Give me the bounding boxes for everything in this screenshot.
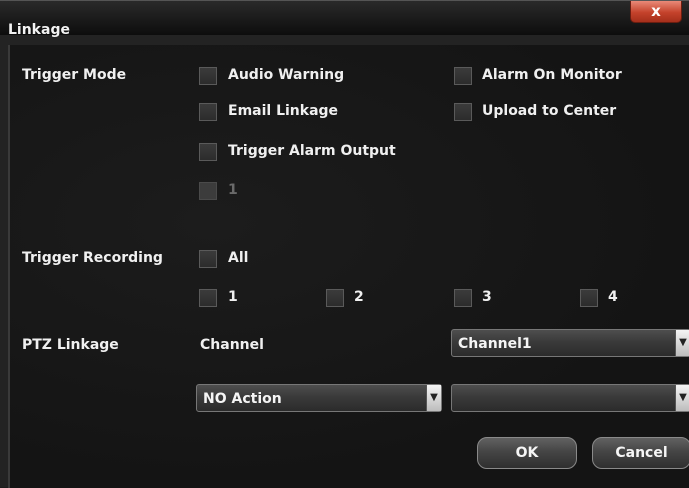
close-button[interactable]: x bbox=[630, 1, 682, 23]
email-linkage-label: Email Linkage bbox=[228, 103, 339, 119]
record-channel-2-label: 2 bbox=[354, 289, 364, 305]
record-channel-1-label: 1 bbox=[228, 289, 238, 305]
record-channel-4-label: 4 bbox=[608, 289, 618, 305]
upload-to-center-label: Upload to Center bbox=[482, 103, 617, 119]
ptz-action-select-value: NO Action bbox=[203, 391, 282, 407]
close-icon: x bbox=[651, 2, 661, 20]
alarm-output-1-checkbox bbox=[199, 182, 217, 200]
record-all-checkbox[interactable] bbox=[199, 250, 217, 268]
linkage-panel: Trigger Mode Audio Warning Alarm On Moni… bbox=[8, 45, 689, 488]
cancel-button[interactable]: Cancel bbox=[592, 437, 689, 469]
ok-button[interactable]: OK bbox=[477, 437, 577, 469]
record-channel-1-checkbox[interactable] bbox=[199, 289, 217, 307]
email-linkage-checkbox[interactable] bbox=[199, 103, 217, 121]
ptz-action-select[interactable]: NO Action ▼ bbox=[196, 384, 442, 412]
chevron-down-icon[interactable]: ▼ bbox=[426, 385, 441, 411]
trigger-alarm-output-label: Trigger Alarm Output bbox=[228, 143, 396, 159]
alarm-on-monitor-checkbox[interactable] bbox=[454, 67, 472, 85]
linkage-dialog: Linkage x Trigger Mode Audio Warning Ala… bbox=[0, 0, 689, 488]
ptz-linkage-label: PTZ Linkage bbox=[22, 337, 119, 353]
audio-warning-checkbox[interactable] bbox=[199, 67, 217, 85]
upload-to-center-checkbox[interactable] bbox=[454, 103, 472, 121]
alarm-on-monitor-label: Alarm On Monitor bbox=[482, 67, 622, 83]
record-channel-3-checkbox[interactable] bbox=[454, 289, 472, 307]
ptz-preset-select[interactable]: ▼ bbox=[451, 384, 689, 412]
alarm-output-1-label: 1 bbox=[228, 182, 238, 198]
channel-select-value: Channel1 bbox=[458, 336, 532, 352]
chevron-down-icon[interactable]: ▼ bbox=[675, 330, 689, 356]
record-channel-2-checkbox[interactable] bbox=[326, 289, 344, 307]
title-bar[interactable]: Linkage x bbox=[0, 1, 689, 38]
trigger-alarm-output-checkbox[interactable] bbox=[199, 143, 217, 161]
dialog-title: Linkage bbox=[8, 22, 70, 38]
record-channel-3-label: 3 bbox=[482, 289, 492, 305]
chevron-down-icon[interactable]: ▼ bbox=[675, 385, 689, 411]
trigger-recording-label: Trigger Recording bbox=[22, 250, 163, 266]
record-channel-4-checkbox[interactable] bbox=[580, 289, 598, 307]
trigger-mode-label: Trigger Mode bbox=[22, 67, 127, 83]
channel-select[interactable]: Channel1 ▼ bbox=[451, 329, 689, 357]
channel-label: Channel bbox=[200, 337, 264, 353]
audio-warning-label: Audio Warning bbox=[228, 67, 345, 83]
record-all-label: All bbox=[228, 250, 249, 266]
